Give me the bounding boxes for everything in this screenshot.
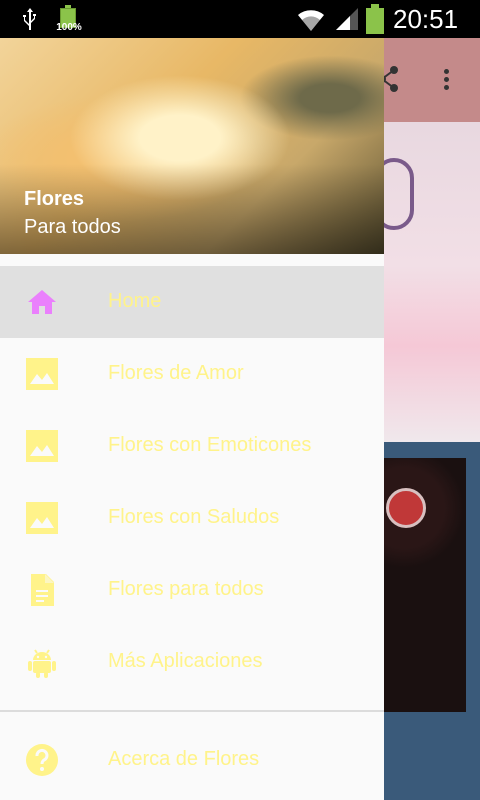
menu-item-acerca-de-flores[interactable]: Acerca de Flores (0, 724, 384, 796)
battery-icon (366, 4, 384, 34)
drawer-subtitle: Para todos (24, 216, 121, 238)
menu-item-label: Flores de Amor (108, 362, 244, 384)
more-options-icon[interactable] (436, 66, 456, 94)
image-icon (26, 358, 58, 390)
usb-icon (23, 8, 36, 30)
drawer-divider (0, 710, 384, 712)
menu-item-flores-para-todos[interactable]: Flores para todos (0, 554, 384, 626)
menu-item-label: Home (108, 290, 162, 312)
battery-full-icon: 100% (56, 4, 82, 33)
menu-item-mas-aplicaciones[interactable]: Más Aplicaciones (0, 626, 384, 698)
menu-item-flores-de-amor[interactable]: Flores de Amor (0, 338, 384, 410)
menu-item-label: Flores para todos (108, 578, 264, 600)
navigation-drawer: Flores Para todos Home Flores de Amor Fl… (0, 38, 384, 800)
help-icon (26, 744, 58, 776)
menu-item-label: Flores con Emoticones (108, 434, 312, 456)
menu-item-home[interactable]: Home (0, 266, 384, 338)
status-bar: 100% 20:51 (0, 0, 480, 38)
home-icon (28, 290, 56, 314)
clock: 20:51 (393, 4, 459, 34)
menu-item-label: Más Aplicaciones (108, 650, 263, 672)
image-icon (26, 502, 58, 534)
menu-item-flores-con-saludos[interactable]: Flores con Saludos (0, 482, 384, 554)
flower-card-image[interactable] (384, 458, 466, 712)
android-icon (28, 649, 56, 678)
drawer-header: Flores Para todos (0, 38, 384, 254)
image-icon (26, 430, 58, 462)
document-icon (31, 574, 54, 606)
menu-item-flores-con-emoticones[interactable]: Flores con Emoticones (0, 410, 384, 482)
signal-icon (336, 8, 358, 30)
flower-card-image[interactable] (374, 122, 480, 442)
drawer-title: Flores (24, 188, 85, 210)
wifi-icon (298, 10, 324, 32)
menu-item-label: Flores con Saludos (108, 506, 280, 528)
menu-item-label: Acerca de Flores (108, 748, 260, 770)
battery-percent: 100% (56, 22, 82, 33)
